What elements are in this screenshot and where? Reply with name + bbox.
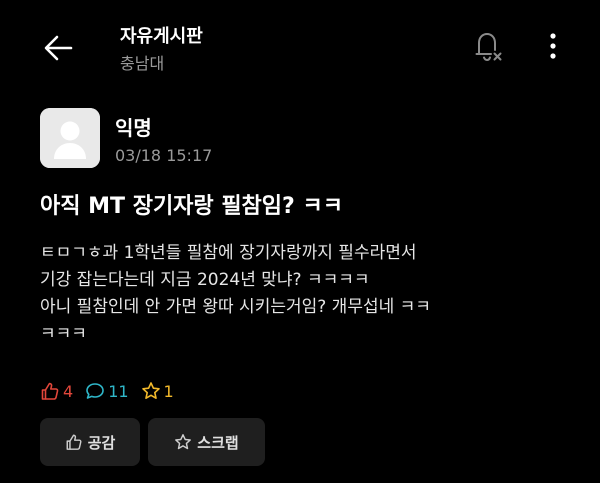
post-stats: 4 11 1: [40, 378, 186, 404]
like-button-label: 공감: [87, 433, 116, 452]
post-body-line: 기강 잡는다는데 지금 2024년 맞냐? ㅋㅋㅋㅋ: [40, 270, 370, 290]
scrap-count-value: 1: [163, 381, 174, 401]
post-body-line: ㅋㅋㅋ: [40, 324, 87, 344]
post-timestamp: 03/18 15:17: [115, 146, 213, 165]
thumbs-up-icon: [66, 434, 82, 450]
author-name: 익명: [115, 116, 152, 140]
post-title: 아직 MT 장기자랑 필참임? ㅋㅋ: [40, 194, 343, 219]
more-options-button[interactable]: [538, 26, 568, 66]
app-header: 자유게시판 충남대: [0, 0, 600, 92]
arrow-left-icon: [44, 35, 73, 61]
star-icon: [141, 382, 160, 399]
thumbs-up-icon: [41, 382, 59, 400]
avatar: [40, 108, 100, 168]
school-name: 충남대: [120, 54, 165, 73]
post-body-line: ㅌㅁㄱㅎ과 1학년들 필참에 장기자랑까지 필수라면서: [40, 243, 417, 263]
comment-count: 11: [85, 381, 129, 401]
star-icon: [175, 434, 192, 450]
board-title: 자유게시판: [120, 26, 203, 47]
scrap-button-label: 스크랩: [197, 433, 239, 452]
scrap-button[interactable]: 스크랩: [148, 418, 265, 466]
more-vertical-icon: [550, 33, 556, 59]
like-count: 4: [40, 381, 73, 401]
bell-off-icon: [475, 32, 502, 62]
like-count-value: 4: [63, 381, 74, 401]
back-button[interactable]: [38, 28, 78, 68]
scrap-count: 1: [141, 381, 174, 401]
post-body: ㅌㅁㄱㅎ과 1학년들 필참에 장기자랑까지 필수라면서 기강 잡는다는데 지금 …: [40, 240, 580, 348]
speech-bubble-icon: [86, 383, 104, 399]
notification-toggle-button[interactable]: [468, 26, 508, 66]
post-body-line: 아니 필참인데 안 가면 왕따 시키는거임? 개무섭네 ㅋㅋ: [40, 297, 431, 317]
comment-count-value: 11: [108, 381, 129, 401]
anonymous-profile-icon: [40, 108, 100, 168]
like-button[interactable]: 공감: [40, 418, 140, 466]
